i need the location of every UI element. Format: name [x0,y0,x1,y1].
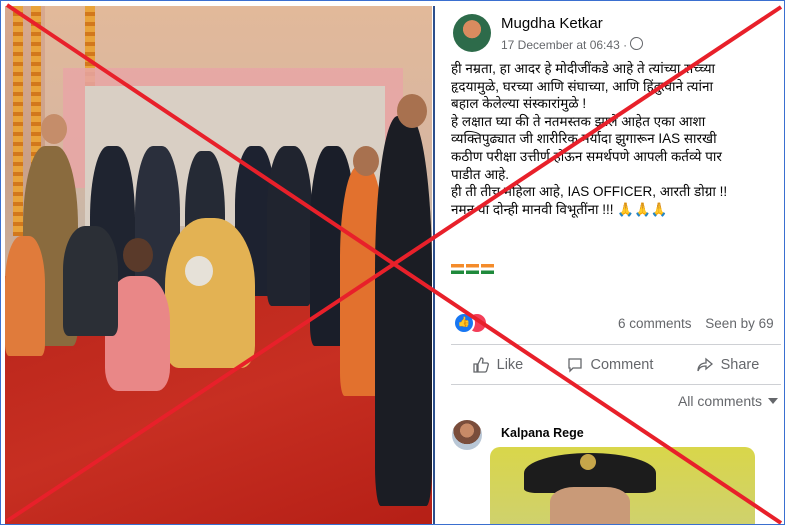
post-body-line: बहाल केलेल्या संस्कारांमुळे ! [451,96,587,112]
screenshot-frame: Mugdha Ketkar 17 December at 06:43 · ही … [0,0,785,525]
post-stats: 6 comments Seen by 69 [618,316,784,331]
comment-button-label: Comment [590,357,654,373]
divider [451,344,781,345]
post-meta: 17 December at 06:43 · [501,37,644,52]
seen-by-count[interactable]: Seen by 69 [705,316,773,331]
suited-figure [267,146,312,306]
bystander-figure [5,236,45,356]
commenter-name[interactable]: Kalpana Rege [501,426,584,440]
post-body-line: व्यक्तिपुढ्यात जी शारीरिक मर्यादा झुगारू… [451,131,717,147]
figure-head [397,94,427,128]
post-body-line: ही नम्रता, हा आदर हे मोदीजींकडे आहे ते त… [451,61,716,76]
post-body: ही नम्रता, हा आदर हे मोदीजींकडे आहे ते त… [451,60,781,218]
indian-flag-icon [466,264,479,274]
post-body-line: कठीण परीक्षा उत्तीर्ण होऊन समर्थपणे आपली… [451,148,722,164]
comment-bubble-icon [567,358,582,373]
figure-head [123,238,153,272]
post-photo[interactable] [5,6,432,524]
comments-count[interactable]: 6 comments [618,316,692,331]
comment-button[interactable]: Comment [567,357,654,373]
commenter-avatar[interactable] [452,420,482,450]
figure-head [353,146,379,176]
figure-head [41,114,67,144]
post-body-line: नमन या दोन्ही मानवी विभूतींना !!! 🙏🙏🙏 [451,201,668,217]
cap-badge-icon [580,454,596,470]
like-button[interactable]: Like [472,357,524,373]
share-button-label: Share [720,357,760,373]
all-comments-label: All comments [677,393,762,409]
post-body-line: ही ती तीच महिला आहे, IAS OFFICER, आरती ड… [451,184,728,200]
indian-flag-icon [451,264,464,274]
bowing-man-figure [165,218,255,368]
share-button[interactable]: Share [696,357,760,373]
facebook-post: Mugdha Ketkar 17 December at 06:43 · ही … [433,6,784,524]
comment-image[interactable] [490,447,755,524]
post-timestamp[interactable]: 17 December at 06:43 · [501,38,627,52]
post-body-line: हे लक्षात घ्या की ते नतमस्तक झाले आहेत ए… [451,113,706,129]
like-reaction-icon: 👍 [453,312,475,334]
share-arrow-icon [696,357,713,372]
post-body-line: हृदयामुळे, घरच्या आणि संघाच्या, आणि हिंद… [451,78,713,94]
author-avatar[interactable] [453,14,491,52]
post-body-line: पाडीत आहे. [451,166,510,182]
caret-down-icon [768,398,778,404]
photographer-figure [63,226,118,336]
post-author-name[interactable]: Mugdha Ketkar [501,15,603,32]
foreground-suited-figure [375,116,432,506]
like-button-label: Like [496,357,524,373]
figure-head [185,256,213,286]
indian-flag-icon [481,264,494,274]
officer-face [550,487,630,524]
all-comments-filter[interactable]: All comments [678,393,778,409]
thumbs-up-icon [472,357,489,373]
marigold-garland [13,6,23,236]
post-actions-bar: Like Comment Share [451,350,781,380]
divider [451,384,781,385]
globe-icon [630,37,644,50]
indian-flags-emoji [451,262,496,277]
